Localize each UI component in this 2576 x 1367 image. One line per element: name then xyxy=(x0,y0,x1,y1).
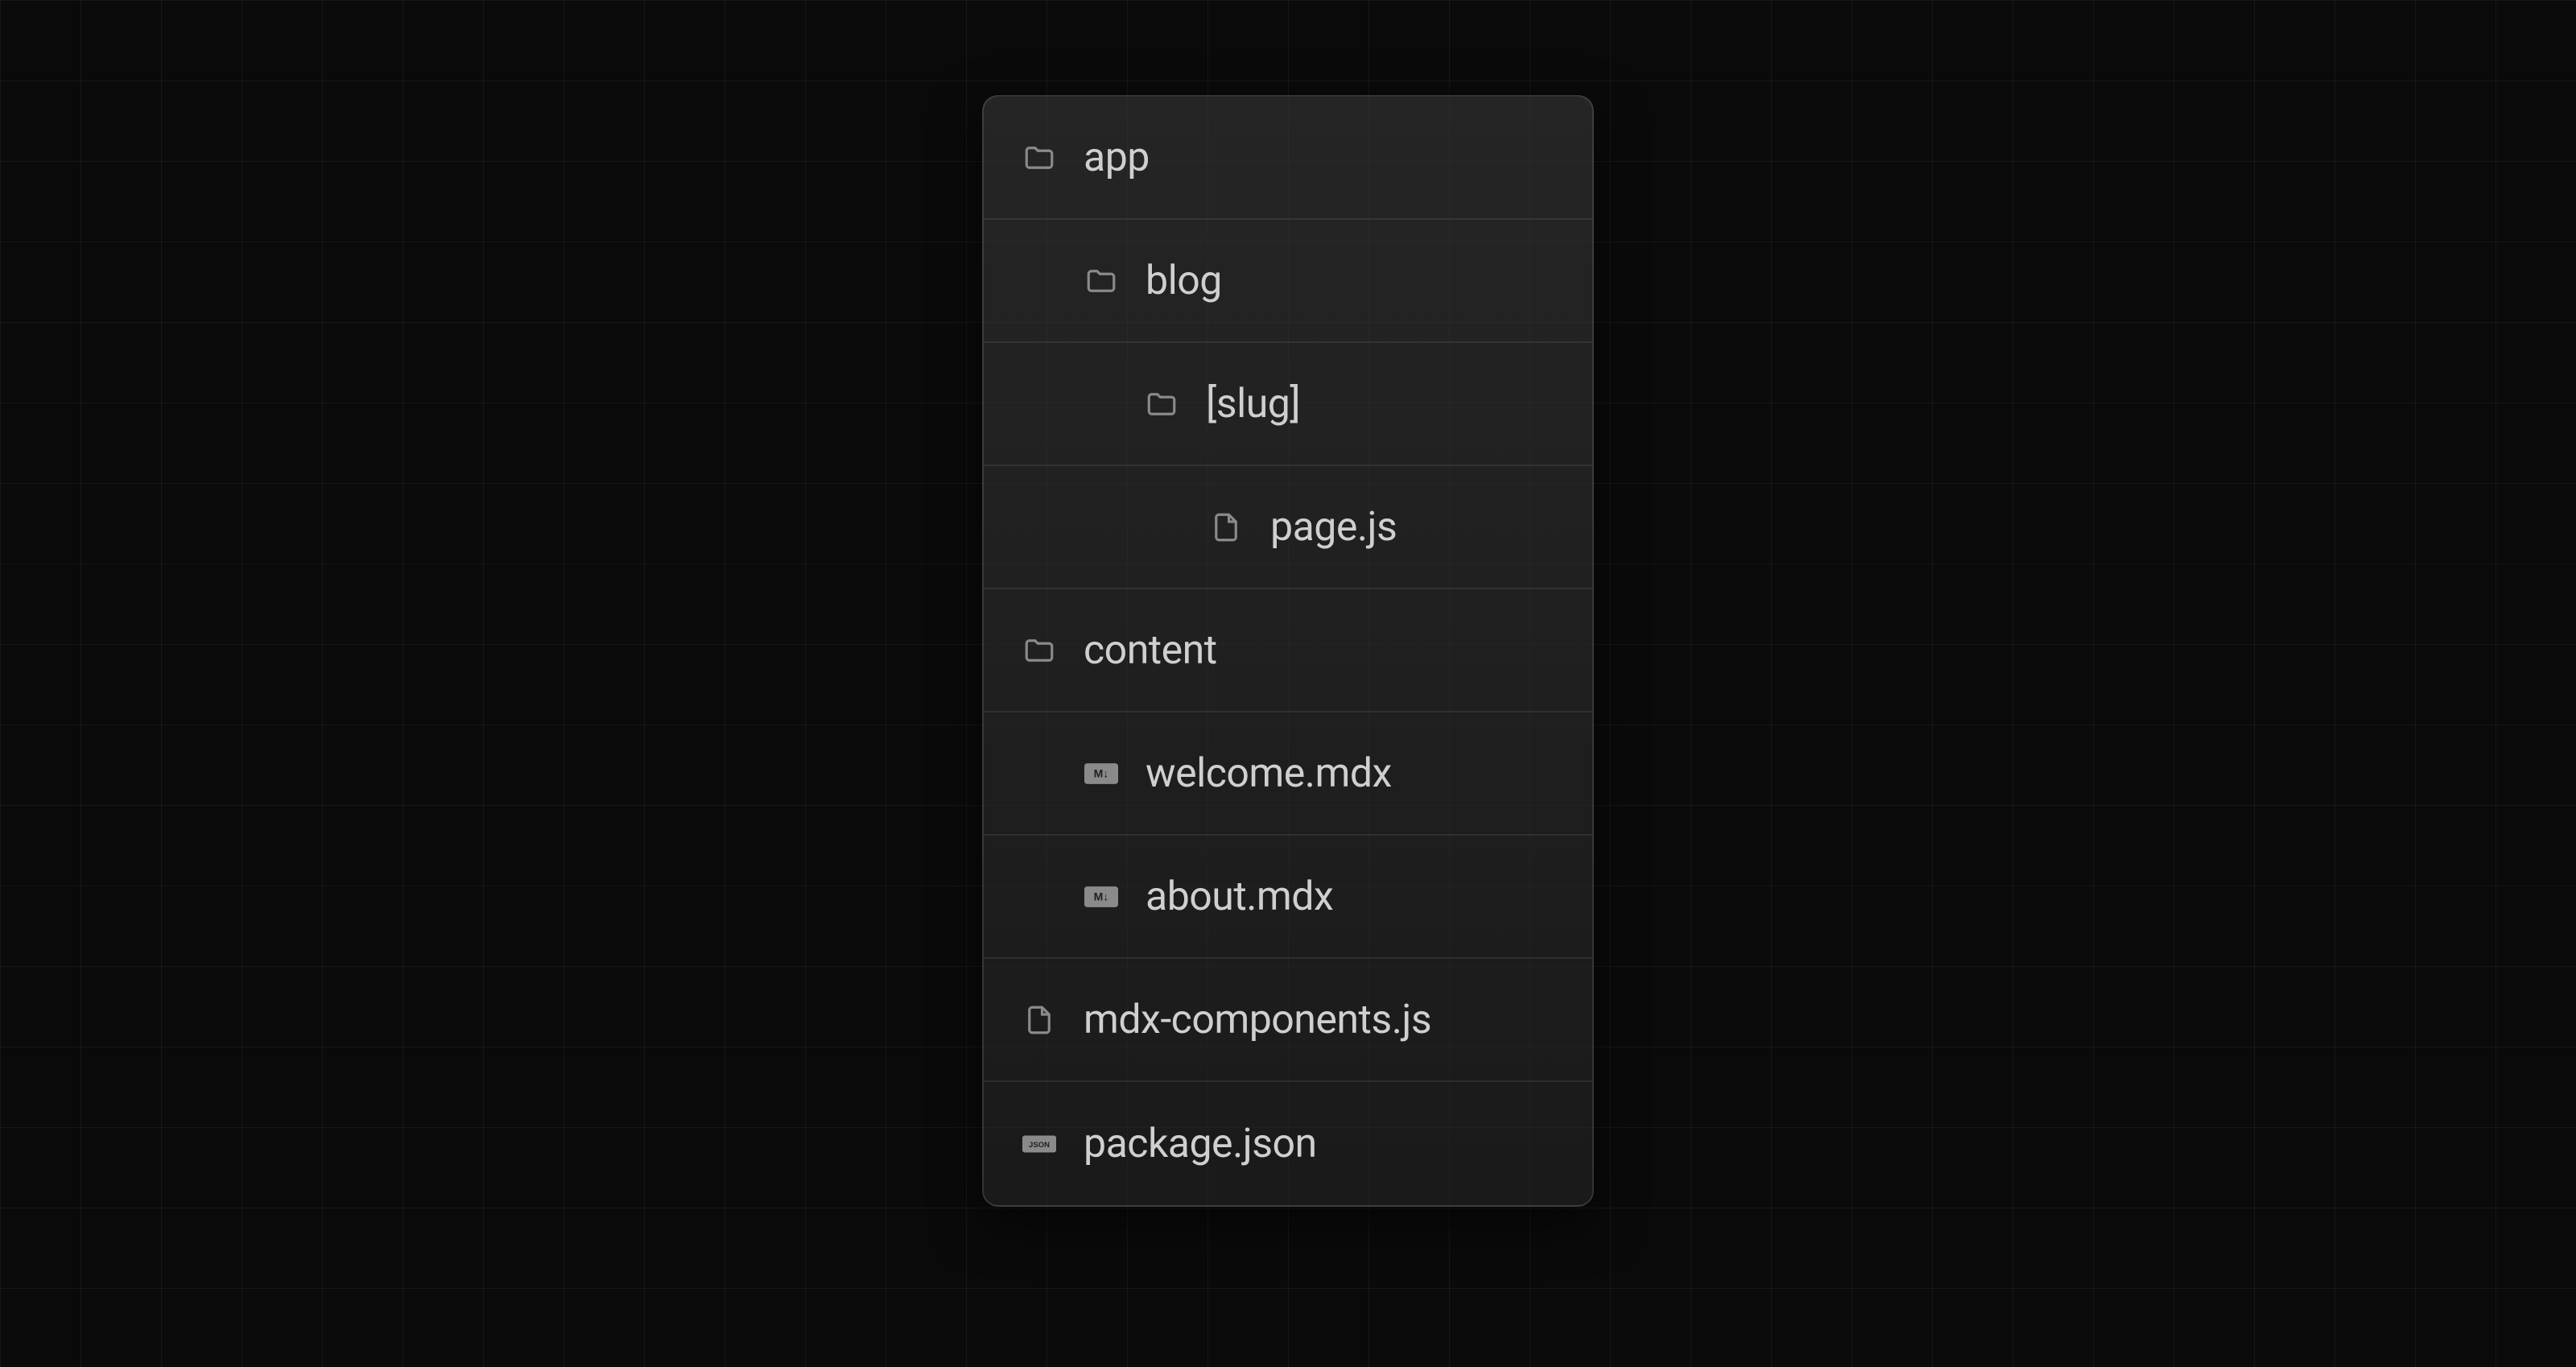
folder-icon xyxy=(1022,141,1056,175)
tree-item-label: app xyxy=(1084,134,1150,181)
folder-icon xyxy=(1084,264,1118,298)
file-page-js[interactable]: page.js xyxy=(984,466,1592,589)
file-package-json[interactable]: JSON package.json xyxy=(984,1082,1592,1205)
file-about-mdx[interactable]: M↓ about.mdx xyxy=(984,836,1592,959)
svg-text:M↓: M↓ xyxy=(1094,890,1109,902)
mdx-icon: M↓ xyxy=(1084,762,1118,785)
tree-item-label: mdx-components.js xyxy=(1084,997,1431,1043)
mdx-icon: M↓ xyxy=(1084,886,1118,908)
file-welcome-mdx[interactable]: M↓ welcome.mdx xyxy=(984,712,1592,836)
tree-item-label: content xyxy=(1084,627,1217,674)
file-icon xyxy=(1209,510,1243,544)
folder-slug[interactable]: [slug] xyxy=(984,343,1592,466)
svg-text:JSON: JSON xyxy=(1029,1140,1050,1149)
folder-content[interactable]: content xyxy=(984,589,1592,712)
file-mdx-components-js[interactable]: mdx-components.js xyxy=(984,959,1592,1082)
folder-blog[interactable]: blog xyxy=(984,220,1592,343)
svg-text:M↓: M↓ xyxy=(1094,766,1109,779)
tree-item-label: blog xyxy=(1146,258,1222,304)
json-icon: JSON xyxy=(1022,1133,1056,1155)
folder-icon xyxy=(1022,634,1056,667)
tree-item-label: package.json xyxy=(1084,1121,1317,1167)
tree-item-label: page.js xyxy=(1270,504,1397,551)
folder-icon xyxy=(1145,387,1179,421)
tree-item-label: about.mdx xyxy=(1146,873,1333,920)
tree-item-label: [slug] xyxy=(1206,381,1300,427)
folder-app[interactable]: app xyxy=(984,97,1592,220)
tree-item-label: welcome.mdx xyxy=(1146,750,1392,797)
file-tree: app blog [slug] page.js content M↓ welco… xyxy=(982,95,1594,1207)
file-icon xyxy=(1022,1003,1056,1037)
